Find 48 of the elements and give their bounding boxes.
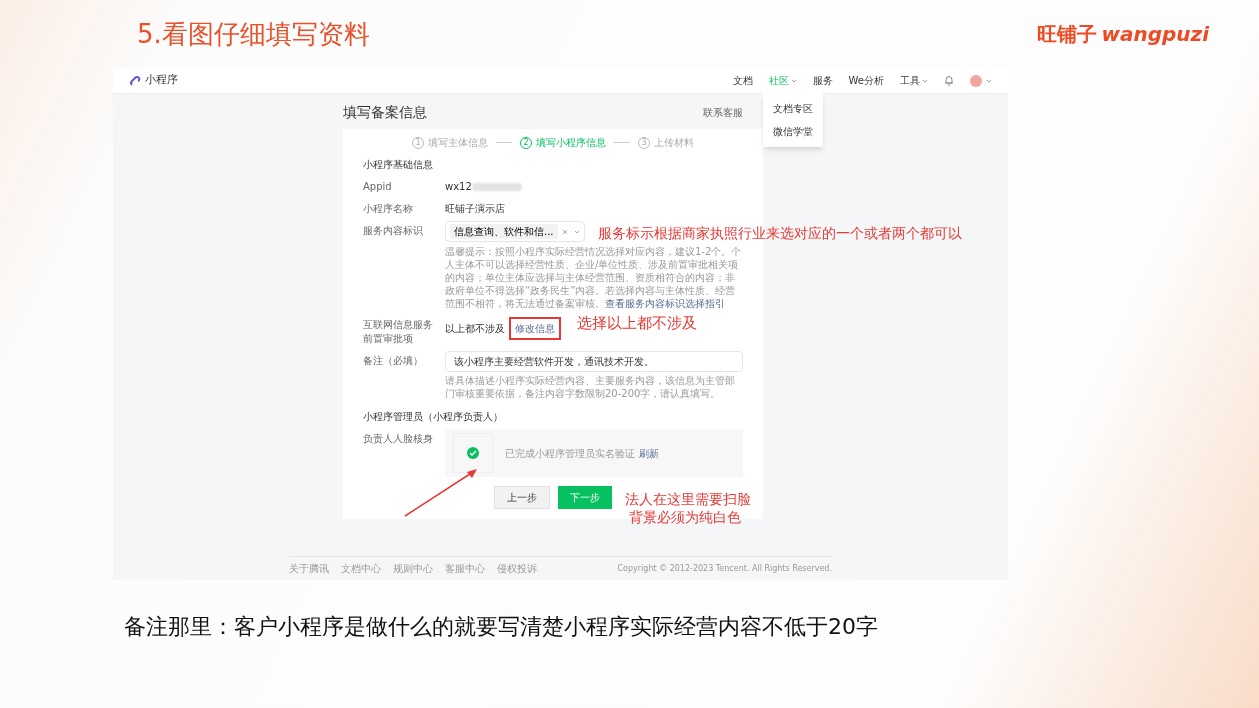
field-label: Appid	[363, 180, 393, 194]
tip-text: 温馨提示：按照小程序实际经营情况选择对应内容，建议1-2个。个人主体不可以选择经营性质、企业/单位性质、涉及前置审批相关项的内容；单位主体应选择与主体经营范围、资质相符合的内容；非政府单位不得选择“政务民生”内容。若选择内容与主体性质、经营范围不相符，将无法通过备案审核。查看服务内容标识选择指引	[445, 245, 743, 310]
contact-link[interactable]: 联系客服	[703, 105, 743, 120]
caption-text: 备注那里：客户小程序是做什么的就要写清楚小程序实际经营内容不低于20字	[124, 614, 878, 639]
avatar[interactable]	[970, 74, 982, 87]
field-label: 服务内容标识	[363, 224, 424, 238]
copyright-text: Copyright © 2012-2023 Tencent. All Rights Reserved.	[617, 562, 832, 575]
annotation-text: 服务标示根据商家执照行业来选对应的一个或者两个都可以	[598, 224, 962, 242]
step: 3 上传材料	[638, 135, 694, 150]
bell-icon[interactable]	[944, 75, 954, 86]
link-logo-icon	[129, 74, 141, 87]
edit-link[interactable]: 修改信息	[509, 317, 561, 340]
remark-field[interactable]: 该小程序主要经营软件开发，通讯技术开发。	[445, 351, 743, 372]
annotation-text: 法人在这里需要扫脸	[625, 490, 751, 508]
prev-button[interactable]: 上一步	[494, 486, 550, 509]
annotation-text: 选择以上都不涉及	[577, 314, 697, 332]
brand-logo: 旺铺子 wangpuzi	[1037, 21, 1209, 48]
refresh-link[interactable]: 刷新	[639, 445, 659, 461]
name-value: 旺铺子演示店	[445, 202, 506, 216]
step: 2 填写小程序信息	[520, 135, 606, 150]
selected-tag: 信息查询、软件和信...	[450, 224, 558, 239]
nav-link[interactable]: 工具	[900, 73, 928, 88]
close-icon[interactable]	[561, 228, 568, 235]
nav-link[interactable]: 文档	[732, 73, 753, 88]
verification-status: 已完成小程序管理员实名验证	[505, 446, 635, 461]
nav-link[interactable]: We分析	[848, 73, 884, 88]
service-select[interactable]: 信息查询、软件和信...	[445, 221, 585, 242]
permit-value: 以上都不涉及	[445, 322, 505, 336]
guide-link[interactable]: 查看服务内容标识选择指引	[605, 298, 725, 309]
annotation-text: 背景必须为纯白色	[628, 508, 742, 526]
section-heading: 小程序管理员（小程序负责人）	[363, 410, 504, 424]
field-label: 小程序名称	[363, 202, 414, 216]
nav-link[interactable]: 服务	[812, 73, 833, 88]
blurred-block	[471, 183, 522, 191]
menu-item[interactable]: 微信学堂	[772, 124, 813, 139]
hint-text: 请具体描述小程序实际经营内容、主要服务内容，该信息为主管部门审核重要依据，备注内容字数限制20-200字，请认真填写。	[445, 374, 736, 400]
page-title: 填写备案信息	[343, 103, 427, 122]
app-name: 小程序	[145, 72, 178, 89]
appid-value: wx12	[445, 180, 472, 194]
field-label: 负责人人脸核身	[363, 432, 433, 446]
step: 1 填写主体信息	[412, 135, 488, 150]
field-label: 备注（必填）	[363, 354, 424, 368]
chevron-down-icon	[574, 228, 580, 235]
menu-item[interactable]: 文档专区	[772, 101, 813, 116]
slide-title: 5.看图仔细填写资料	[137, 17, 370, 51]
field-label: 互联网信息服务前置审批项	[363, 318, 433, 346]
chevron-down-icon	[986, 77, 992, 84]
section-heading: 小程序基础信息	[363, 158, 434, 172]
